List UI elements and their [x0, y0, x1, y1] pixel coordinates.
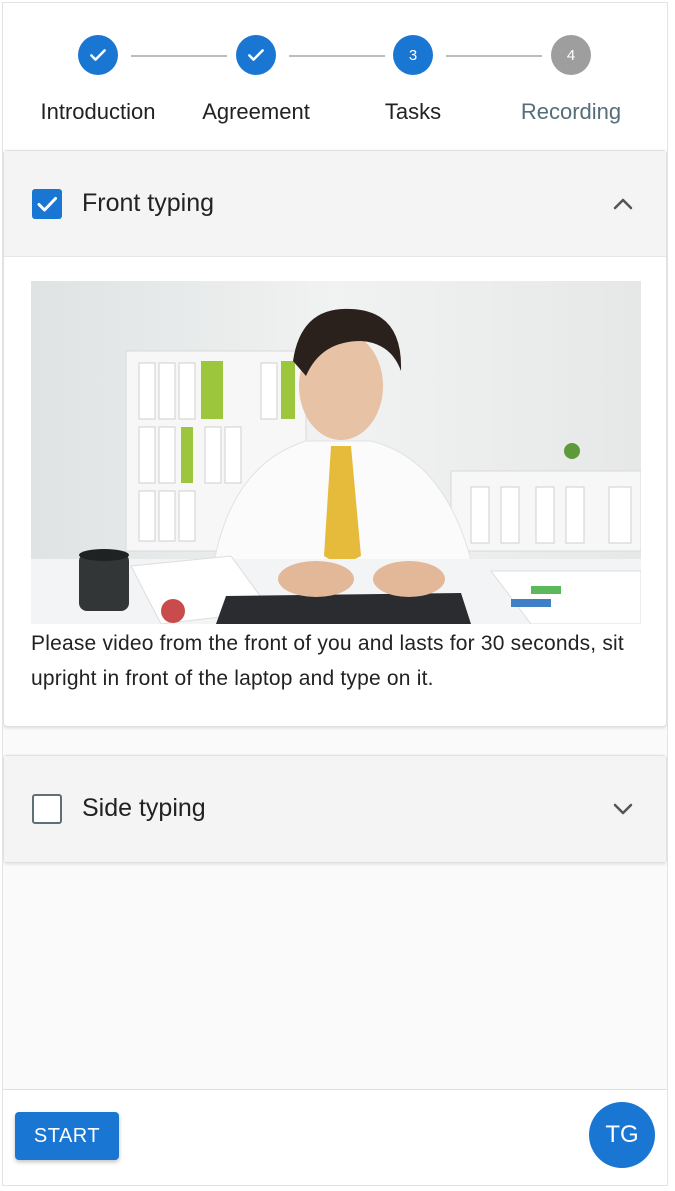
task-title: Side typing [82, 794, 206, 822]
task-title: Front typing [82, 189, 215, 217]
step-label: Recording [520, 99, 622, 124]
accordion-header[interactable]: Front typing [4, 151, 666, 257]
accordion-header[interactable]: Side typing [4, 756, 666, 862]
accordion-body: Please video from the front of you and l… [4, 257, 666, 726]
step-number: 3 [393, 35, 433, 75]
task-example-image [31, 281, 641, 624]
start-button[interactable]: START [15, 1112, 119, 1160]
avatar[interactable]: TG [589, 1102, 655, 1168]
task-description: Please video from the front of you and l… [31, 632, 624, 690]
step-label: Introduction [40, 99, 156, 124]
bottom-bar: START TG [3, 1089, 667, 1185]
stepper: Introduction Agreement 3 Tasks 4 Recordi… [3, 3, 667, 151]
task-accordion-front-typing: Front typing Please video from the front… [3, 150, 667, 727]
step-label: Agreement [202, 99, 310, 124]
step-tasks[interactable]: 3 Tasks [333, 35, 493, 125]
step-number: 4 [551, 35, 591, 75]
check-icon [78, 35, 118, 75]
task-checkbox[interactable] [32, 794, 62, 824]
step-label: Tasks [384, 99, 442, 124]
chevron-down-icon[interactable] [612, 798, 634, 820]
step-introduction[interactable]: Introduction [18, 35, 178, 125]
check-icon [236, 35, 276, 75]
task-checkbox[interactable] [32, 189, 62, 219]
step-agreement[interactable]: Agreement [176, 35, 336, 125]
chevron-up-icon[interactable] [612, 193, 634, 215]
task-accordion-side-typing: Side typing [3, 755, 667, 863]
step-recording[interactable]: 4 Recording [491, 35, 651, 125]
app-frame: Introduction Agreement 3 Tasks 4 Recordi… [2, 2, 668, 1186]
